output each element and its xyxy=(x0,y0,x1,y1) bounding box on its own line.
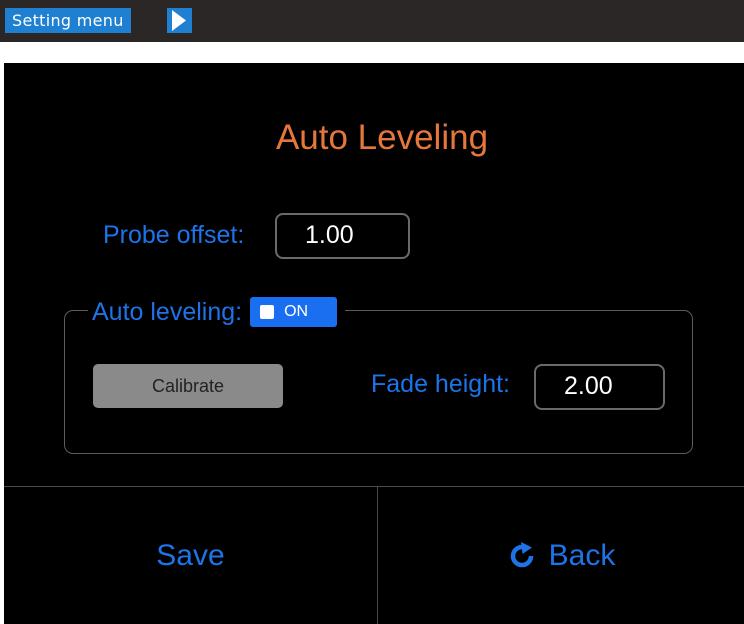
fade-height-field[interactable]: 2.00 xyxy=(534,364,665,410)
auto-leveling-panel: Auto Leveling Probe offset: 1.00 Auto le… xyxy=(4,63,744,624)
chevron-right-icon xyxy=(167,8,192,33)
refresh-icon xyxy=(507,541,537,571)
fade-height-label: Fade height: xyxy=(371,370,510,398)
save-label: Save xyxy=(156,538,225,572)
back-label: Back xyxy=(548,538,616,572)
save-button[interactable]: Save xyxy=(4,487,377,624)
page-title: Auto Leveling xyxy=(275,118,489,157)
auto-leveling-label: Auto leveling: xyxy=(92,298,243,326)
probe-offset-label: Probe offset: xyxy=(103,221,245,249)
top-bar: Setting menu xyxy=(0,0,744,42)
auto-leveling-toggle[interactable]: ON xyxy=(250,297,338,327)
probe-offset-field[interactable]: 1.00 xyxy=(275,213,410,259)
toggle-knob xyxy=(260,305,275,319)
toggle-state-text: ON xyxy=(284,303,309,320)
calibrate-button[interactable]: Calibrate xyxy=(93,364,283,408)
back-button[interactable]: Back xyxy=(378,487,744,624)
auto-leveling-legend: Auto leveling: ON xyxy=(88,295,346,329)
breadcrumb-setting-menu[interactable]: Setting menu xyxy=(5,8,131,33)
